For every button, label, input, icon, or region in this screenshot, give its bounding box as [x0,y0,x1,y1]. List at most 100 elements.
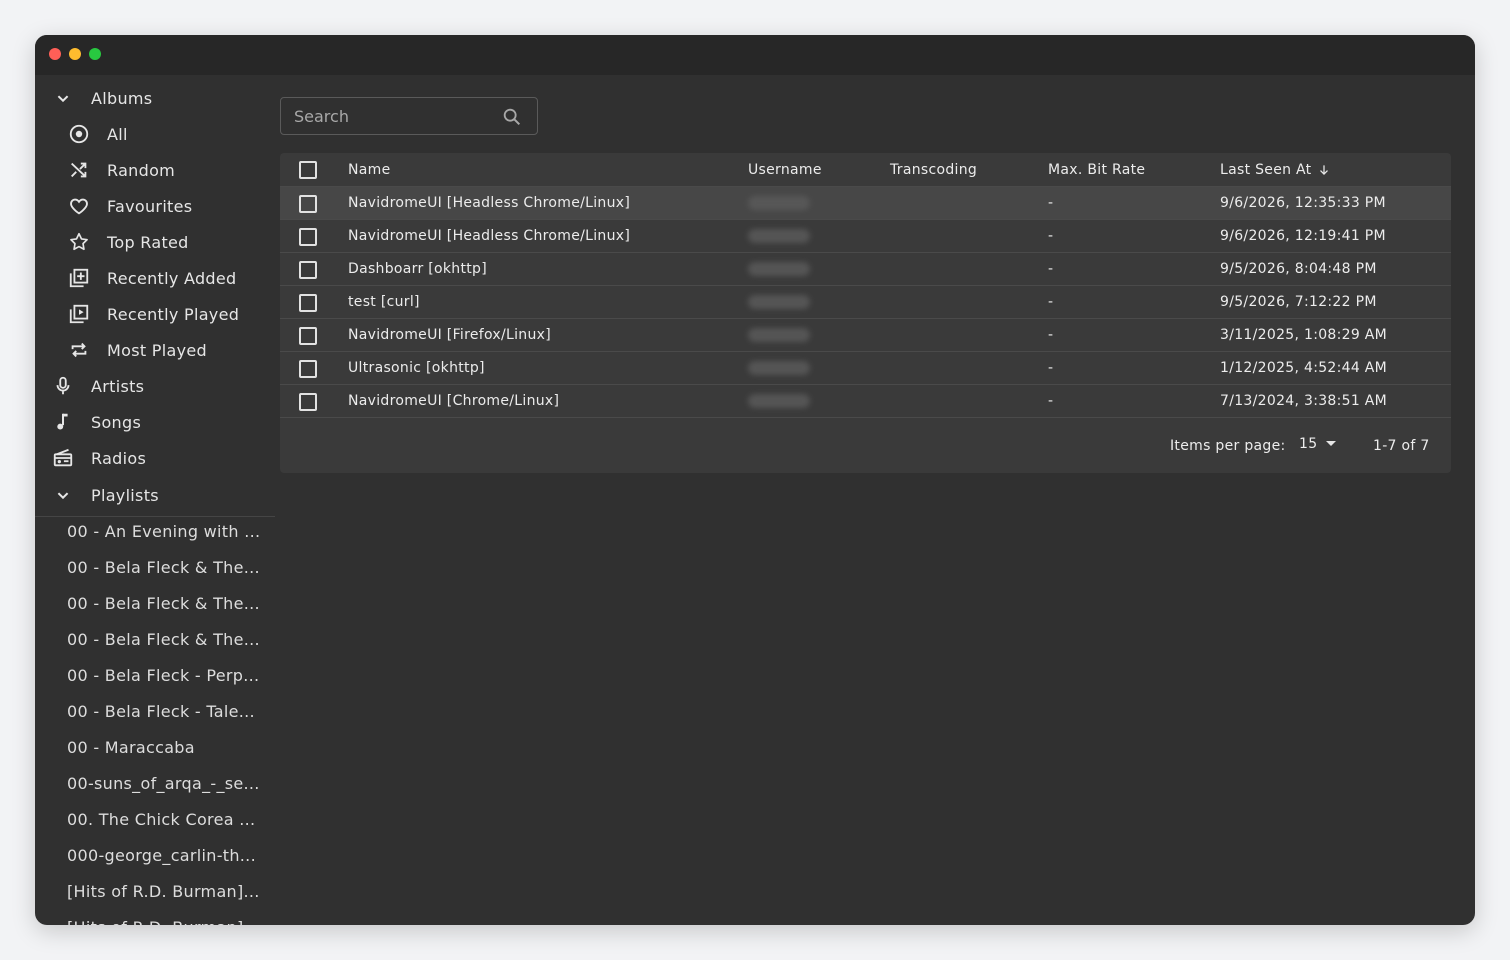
row-checkbox[interactable] [299,294,317,312]
playlist-item[interactable]: 00 - Bela Fleck & The... [67,585,267,621]
music-note-icon [51,410,75,434]
close-window-button[interactable] [49,48,61,60]
playlist-item[interactable]: 00 - Bela Fleck - Tale... [67,693,267,729]
table-row[interactable]: Ultrasonic [okhttp] - 1/12/2025, 4:52:44… [280,352,1451,385]
sidebar-item-artists[interactable]: Artists [51,368,144,404]
sidebar-item-most-played[interactable]: Most Played [67,332,207,368]
cell-max-bit-rate: - [1048,393,1054,409]
sidebar-item-all[interactable]: All [67,116,128,152]
playlist-item[interactable]: [Hits of R.D. Burman] [67,909,267,926]
playlist-item[interactable]: [Hits of R.D. Burman]... [67,873,267,909]
table-row[interactable]: test [curl] - 9/5/2026, 7:12:22 PM [280,286,1451,319]
column-header-label: Last Seen At [1220,161,1312,178]
playlist-item[interactable]: 00 - Bela Fleck - Perp... [67,657,267,693]
shuffle-icon [67,158,91,182]
chevron-down-icon [51,86,75,110]
playlists-label: Playlists [91,485,159,505]
title-bar [35,35,1475,75]
playlist-item[interactable]: 00 - Bela Fleck & The... [67,621,267,657]
cell-last-seen: 9/6/2026, 12:19:41 PM [1220,228,1386,244]
column-header-name[interactable]: Name [348,153,391,186]
cell-name: NavidromeUI [Chrome/Linux] [348,393,560,409]
cell-name: NavidromeUI [Headless Chrome/Linux] [348,195,631,211]
column-header-max-bit-rate[interactable]: Max. Bit Rate [1048,153,1145,186]
playlist-item[interactable]: 00. The Chick Corea ... [67,801,267,837]
cell-max-bit-rate: - [1048,294,1054,310]
items-per-page-value: 15 [1299,436,1318,452]
minimize-window-button[interactable] [69,48,81,60]
sidebar-item-label: Radios [91,448,147,468]
table-row[interactable]: NavidromeUI [Headless Chrome/Linux] - 9/… [280,220,1451,253]
cell-username [748,187,810,219]
search-input[interactable] [281,105,496,127]
column-header-transcoding[interactable]: Transcoding [890,153,977,186]
sidebar-item-label: Recently Played [107,304,240,324]
sidebar-item-label: Top Rated [107,232,189,252]
arrow-down-icon [1320,164,1329,175]
dropdown-arrow-icon [1326,441,1337,446]
items-per-page-select[interactable]: 15 [1299,436,1337,452]
cell-username [748,352,810,384]
row-checkbox[interactable] [299,261,317,279]
sidebar-item-recently-added[interactable]: Recently Added [67,260,236,296]
cell-username [748,319,810,351]
row-checkbox[interactable] [299,195,317,213]
sidebar-item-label: Random [107,160,176,180]
table-row[interactable]: NavidromeUI [Chrome/Linux] - 7/13/2024, … [280,385,1451,418]
albums-section-toggle[interactable]: Albums [51,80,152,116]
redacted-username [748,229,810,243]
table-row[interactable]: Dashboarr [okhttp] - 9/5/2026, 8:04:48 P… [280,253,1451,286]
playlist-item[interactable]: 00 - An Evening with ... [67,513,267,549]
video-library-icon [67,302,91,326]
column-header-last-seen-at[interactable]: Last Seen At [1220,153,1331,186]
cell-max-bit-rate: - [1048,327,1054,343]
cell-last-seen: 9/6/2026, 12:35:33 PM [1220,195,1386,211]
cell-last-seen: 9/5/2026, 8:04:48 PM [1220,261,1377,277]
column-header-username[interactable]: Username [748,153,822,186]
search-icon[interactable] [501,106,523,128]
cell-name: Dashboarr [okhttp] [348,261,488,277]
table-row[interactable]: NavidromeUI [Firefox/Linux] - 3/11/2025,… [280,319,1451,352]
playlist-item[interactable]: 00 - Bela Fleck & The... [67,549,267,585]
playlist-item[interactable]: 000-george_carlin-th... [67,837,267,873]
cell-name: NavidromeUI [Firefox/Linux] [348,327,551,343]
row-checkbox[interactable] [299,393,317,411]
cell-username [748,385,810,417]
cell-last-seen: 9/5/2026, 7:12:22 PM [1220,294,1377,310]
row-checkbox[interactable] [299,360,317,378]
star-icon [67,230,91,254]
sidebar-item-songs[interactable]: Songs [51,404,141,440]
cell-username [748,220,810,252]
sidebar-item-random[interactable]: Random [67,152,175,188]
sidebar-item-favourites[interactable]: Favourites [67,188,192,224]
sidebar-item-label: Artists [91,376,145,396]
playlist-item[interactable]: 00-suns_of_arqa_-_se... [67,765,267,801]
row-checkbox[interactable] [299,327,317,345]
playlist-item[interactable]: 00 - Maraccaba [67,729,267,765]
sidebar-item-top-rated[interactable]: Top Rated [67,224,189,260]
cell-max-bit-rate: - [1048,261,1054,277]
sidebar: Albums All Random Favourites Top Rated R… [35,75,275,925]
cell-name: test [curl] [348,294,420,310]
cell-last-seen: 1/12/2025, 4:52:44 AM [1220,360,1388,376]
pagination-range: 1-7 of 7 [1373,438,1430,454]
row-checkbox[interactable] [299,228,317,246]
sidebar-item-label: Songs [91,412,142,432]
sidebar-item-radios[interactable]: Radios [51,440,146,476]
select-all-checkbox[interactable] [299,161,317,179]
repeat-icon [67,338,91,362]
redacted-username [748,394,810,408]
maximize-window-button[interactable] [89,48,101,60]
players-table: Name Username Transcoding Max. Bit Rate … [280,153,1451,473]
items-per-page-label: Items per page: [1170,438,1286,454]
cell-last-seen: 3/11/2025, 1:08:29 AM [1220,327,1388,343]
main-content: Name Username Transcoding Max. Bit Rate … [280,75,1475,925]
microphone-icon [51,374,75,398]
redacted-username [748,196,810,210]
playlists-section-toggle[interactable]: Playlists [51,477,159,513]
redacted-username [748,262,810,276]
sidebar-item-label: All [107,124,128,144]
sidebar-item-recently-played[interactable]: Recently Played [67,296,239,332]
table-row[interactable]: NavidromeUI [Headless Chrome/Linux] - 9/… [280,187,1451,220]
sidebar-item-label: Favourites [107,196,193,216]
